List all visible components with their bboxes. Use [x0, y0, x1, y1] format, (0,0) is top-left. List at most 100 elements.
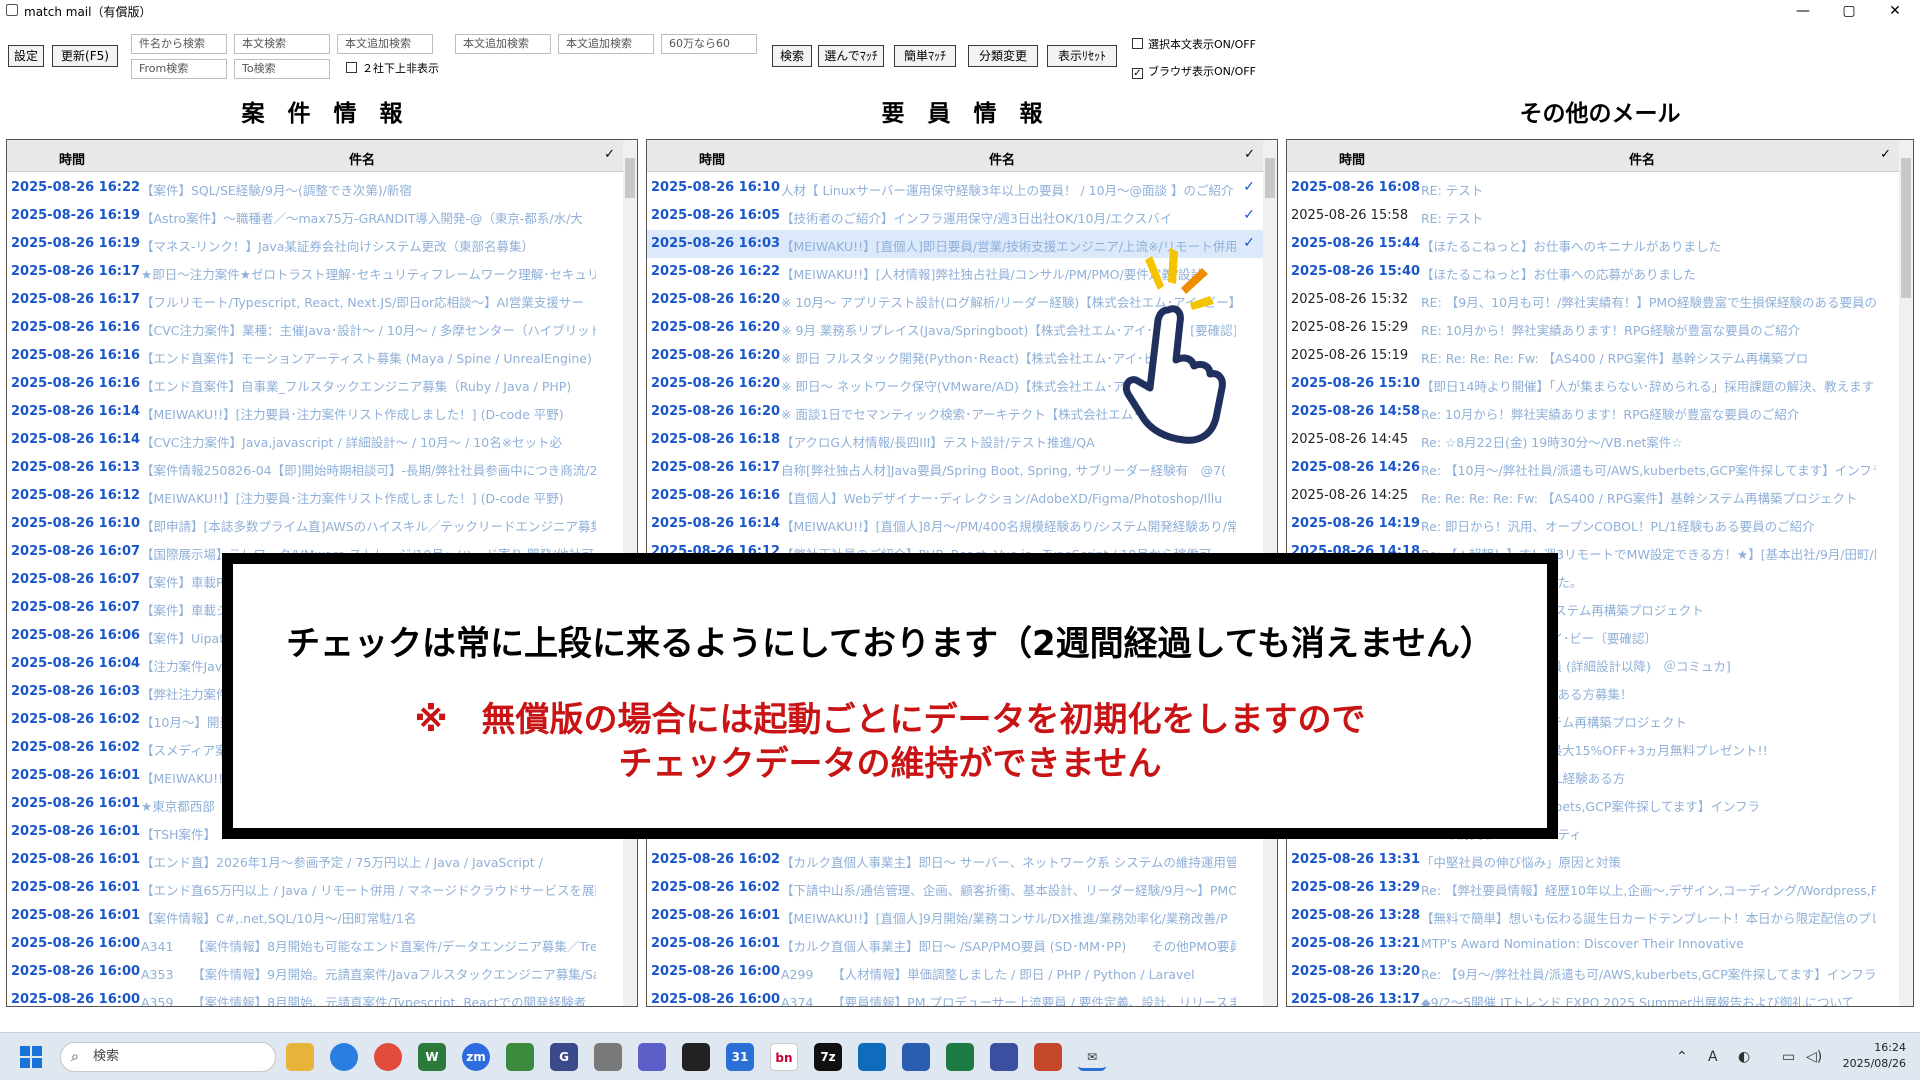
mail-row[interactable]: 2025-08-26 16:17 自称[弊社独占人材]Java要員/Spring … — [647, 454, 1277, 482]
mail-row[interactable]: 2025-08-26 16:12 【MEIWAKU!!】[注力要員･注力案件リスト… — [7, 482, 637, 510]
app-w-icon[interactable]: W — [418, 1043, 446, 1071]
ime-mode-icon[interactable]: ◐ — [1738, 1049, 1750, 1065]
mail-row[interactable]: 2025-08-26 16:14 【CVC注力案件】Java,javascript… — [7, 426, 637, 454]
mail-row[interactable]: 2025-08-26 16:00 A374 【要員情報】PM,プロデューサー上流要… — [647, 986, 1277, 1006]
mail-row[interactable]: 2025-08-26 16:02 【カルク直個人事業主】即日〜 サーバー、ネットワ… — [647, 846, 1277, 874]
volume-icon[interactable]: ◁) — [1806, 1049, 1822, 1065]
mail-row[interactable]: 2025-08-26 16:10 人材【 Linuxサーバー運用保守経験3年以上の… — [647, 174, 1277, 202]
mail-row[interactable]: 2025-08-26 14:25 Re: Re: Re: Re: Fw: 【AS4… — [1287, 482, 1913, 510]
mail-row[interactable]: 2025-08-26 16:00 A299 【人材情報】単価調整しました / 即日… — [647, 958, 1277, 986]
mail-row[interactable]: 2025-08-26 14:58 Re: 10月から！弊社実績あります！RPG経験… — [1287, 398, 1913, 426]
mail-row[interactable]: 2025-08-26 15:44 【ほたるこねっと】お仕事へのキニナルがありました — [1287, 230, 1913, 258]
chatgpt-icon[interactable] — [682, 1043, 710, 1071]
column-subject[interactable]: 件名 — [777, 149, 1227, 168]
ime-indicator[interactable]: A — [1708, 1049, 1718, 1065]
mail-row[interactable]: 2025-08-26 16:16 【エンド直案件】モーションアーティスト募集 (M… — [7, 342, 637, 370]
mail-row[interactable]: 2025-08-26 16:16 【CVC注力案件】業種：主催Java･設計〜 /… — [7, 314, 637, 342]
column-time[interactable]: 時間 — [647, 149, 777, 168]
match-mail-icon[interactable]: ✉ — [1078, 1043, 1106, 1071]
mail-row[interactable]: 2025-08-26 14:26 Re: 【10月〜/弊社社員/派遣も可/AWS,… — [1287, 454, 1913, 482]
column-subject[interactable]: 件名 — [1417, 149, 1867, 168]
calculator-icon[interactable] — [594, 1043, 622, 1071]
mail-row[interactable]: 2025-08-26 15:29 RE: 10月から！弊社実績あります！RPG経験… — [1287, 314, 1913, 342]
mail-row[interactable]: 2025-08-26 13:28 【無料で簡単】想いも伝わる誕生日カードテンプレー… — [1287, 902, 1913, 930]
mail-row[interactable]: 2025-08-26 13:21 MTP's Award Nomination: … — [1287, 930, 1913, 958]
mail-row[interactable]: 2025-08-26 16:17 【フルリモート/Typescript, Reac… — [7, 286, 637, 314]
windows-start-icon[interactable] — [20, 1046, 42, 1068]
body-add-search-input-1[interactable]: 本文追加検索 — [337, 34, 433, 54]
column-time[interactable]: 時間 — [1287, 149, 1417, 168]
mail-row[interactable]: 2025-08-26 16:01 【カルク直個人事業主】即日〜 /SAP/PMO要… — [647, 930, 1277, 958]
reset-display-button[interactable]: 表示ﾘｾｯﾄ — [1047, 45, 1117, 67]
mail-row[interactable]: 2025-08-26 16:17 ★即日〜注力案件★ゼロトラスト理解･セキュリティ… — [7, 258, 637, 286]
mail-row[interactable]: 2025-08-26 14:45 Re: ☆8月22日(金) 19時30分〜/VB… — [1287, 426, 1913, 454]
system-clock[interactable]: 16:24 2025/08/26 — [1843, 1040, 1906, 1072]
taskbar-search-input[interactable]: ⌕ 検索 — [60, 1042, 276, 1072]
mail-row[interactable]: 2025-08-26 16:05 【技術者のご紹介】インフラ運用保守/週3日出社O… — [647, 202, 1277, 230]
minimize-button[interactable]: — — [1780, 0, 1826, 22]
column-check[interactable]: ✓ — [1880, 147, 1891, 162]
mail-row[interactable]: 2025-08-26 16:01 【エンド直】2026年1月〜参画予定 / 75万… — [7, 846, 637, 874]
mail-row[interactable]: 2025-08-26 16:01 【MEIWAKU!!】[直個人]9月開始/業務コ… — [647, 902, 1277, 930]
zoom-icon[interactable]: zm — [462, 1043, 490, 1071]
mail-row[interactable]: 2025-08-26 16:19 【Astro案件】〜職種者／〜max75万-GR… — [7, 202, 637, 230]
from-search-input[interactable]: From検索 — [131, 59, 227, 79]
app-bn-icon[interactable]: bn — [770, 1043, 798, 1071]
row-checkmark-icon[interactable]: ✓ — [1243, 235, 1255, 251]
calendar-icon[interactable]: 31 — [726, 1043, 754, 1071]
column-time[interactable]: 時間 — [7, 149, 137, 168]
mail-row[interactable]: 2025-08-26 14:19 Re: 即日から！汎用、オープンCOBOL！PL… — [1287, 510, 1913, 538]
mail-row[interactable]: 2025-08-26 16:00 A359 【案件情報】8月開始、元請直案件/Ty… — [7, 986, 637, 1006]
mail-row[interactable]: 2025-08-26 16:00 A353 【案件情報】9月開始。元請直案件/Ja… — [7, 958, 637, 986]
mail-row[interactable]: 2025-08-26 15:10 【即日14時より開催】「人が集まらない･辞められ… — [1287, 370, 1913, 398]
notes-icon[interactable] — [902, 1043, 930, 1071]
body-add-search-input-3[interactable]: 本文追加検索 — [558, 34, 654, 54]
app-g-icon[interactable]: G — [550, 1043, 578, 1071]
edge-browser-icon[interactable] — [330, 1043, 358, 1071]
refresh-button[interactable]: 更新(F5) — [52, 45, 118, 67]
simple-match-button[interactable]: 簡単ﾏｯﾁ — [894, 45, 956, 67]
mail-row[interactable]: 2025-08-26 16:19 【マネス-リンク！】Java某証券会社向けシステ… — [7, 230, 637, 258]
subject-search-input[interactable]: 件名から検索 — [131, 34, 227, 54]
outlook-icon[interactable] — [858, 1043, 886, 1071]
row-checkmark-icon[interactable]: ✓ — [1243, 207, 1255, 223]
body-add-search-input-2[interactable]: 本文追加検索 — [455, 34, 551, 54]
maximize-button[interactable]: ▢ — [1826, 0, 1872, 22]
mail-row[interactable]: 2025-08-26 13:29 Re: 【弊社要員情報】経歴10年以上,企画〜,… — [1287, 874, 1913, 902]
price-filter-input[interactable]: 60万なら60 — [661, 34, 757, 54]
mail-row[interactable]: 2025-08-26 13:20 Re: 【9月〜/弊社社員/派遣も可/AWS,k… — [1287, 958, 1913, 986]
mail-row[interactable]: 2025-08-26 13:31 「中堅社員の伸び悩み」原因と対策 — [1287, 846, 1913, 874]
mail-row[interactable]: 2025-08-26 16:22 【案件】SQL/SE経験/9月〜(調整でき次第)… — [7, 174, 637, 202]
mail-row[interactable]: 2025-08-26 16:14 【MEIWAKU!!】[直個人]8月〜/PM/4… — [647, 510, 1277, 538]
column-check[interactable]: ✓ — [604, 147, 615, 162]
network-icon[interactable]: ▭ — [1782, 1049, 1795, 1065]
mail-row[interactable]: 2025-08-26 16:13 【案件情報250826-04【即]開始時期相談可… — [7, 454, 637, 482]
other-scrollbar[interactable] — [1899, 140, 1913, 1006]
show-body-toggle[interactable]: 選択本文表示ON/OFF — [1132, 38, 1256, 52]
search-button[interactable]: 検索 — [772, 45, 812, 67]
row-checkmark-icon[interactable]: ✓ — [1243, 179, 1255, 195]
network-app-icon[interactable] — [506, 1043, 534, 1071]
to-search-input[interactable]: To検索 — [234, 59, 330, 79]
body-search-input[interactable]: 本文検索 — [234, 34, 330, 54]
browser-display-toggle[interactable]: ✓ ブラウザ表示ON/OFF — [1132, 65, 1256, 79]
mail-row[interactable]: 2025-08-26 13:17 ◆9/2〜5開催 ITトレンド EXPO 202… — [1287, 986, 1913, 1006]
mail-row[interactable]: 2025-08-26 15:32 RE: 【9月、10月も可！/弊社実績有！】PM… — [1287, 286, 1913, 314]
tray-chevron-icon[interactable]: ⌃ — [1676, 1049, 1688, 1065]
settings-button[interactable]: 設定 — [8, 45, 44, 67]
scroll-thumb[interactable] — [625, 158, 635, 198]
scroll-thumb[interactable] — [1265, 158, 1275, 198]
remote-app-icon[interactable] — [990, 1043, 1018, 1071]
classify-change-button[interactable]: 分類変更 — [968, 45, 1038, 67]
mail-row[interactable]: 2025-08-26 16:16 【エンド直案件】自事業_フルスタックエンジニア募… — [7, 370, 637, 398]
file-explorer-icon[interactable] — [286, 1043, 314, 1071]
pick-match-button[interactable]: 選んでﾏｯﾁ — [818, 45, 884, 67]
excel-icon[interactable] — [946, 1043, 974, 1071]
scroll-thumb[interactable] — [1901, 158, 1911, 298]
mail-row[interactable]: 2025-08-26 15:58 RE: テスト — [1287, 202, 1913, 230]
mail-row[interactable]: 2025-08-26 15:19 RE: Re: Re: Re: Fw: 【AS4… — [1287, 342, 1913, 370]
mail-row[interactable]: 2025-08-26 16:01 【案件情報】C#,.net,SQL/10月〜/田… — [7, 902, 637, 930]
mail-row[interactable]: 2025-08-26 15:40 【ほたるこねっと】お仕事への応募がありました — [1287, 258, 1913, 286]
mail-row[interactable]: 2025-08-26 16:10 【即申請】[本誌多数プライム直]AWSのハイスキ… — [7, 510, 637, 538]
column-check[interactable]: ✓ — [1244, 147, 1255, 162]
